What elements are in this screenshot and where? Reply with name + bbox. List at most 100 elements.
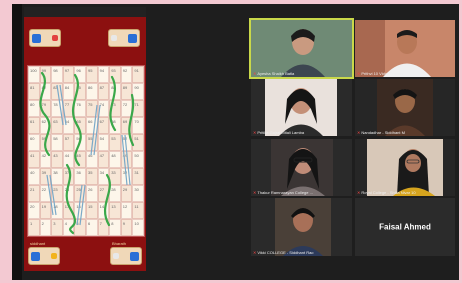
- mic-muted-icon: ✕: [357, 130, 361, 135]
- board-cell: 1: [28, 219, 40, 236]
- board-cell: 20: [28, 202, 40, 219]
- board-cell: 39: [39, 168, 52, 185]
- participant-name-label: ✕ Royal College - Shilla Nivar 10: [357, 190, 416, 195]
- board-cell: 46: [86, 151, 98, 168]
- board-cell: 31: [132, 168, 144, 185]
- board-cell: 32: [120, 168, 133, 185]
- board-cell: 96: [74, 66, 86, 83]
- board-cell: 58: [51, 134, 63, 151]
- board-cell: 37: [62, 168, 75, 185]
- mic-muted-icon: ✕: [357, 190, 361, 195]
- mic-muted-icon: ✕: [357, 71, 361, 76]
- board-cell: 29: [120, 185, 133, 202]
- participant-video: [251, 139, 352, 196]
- board-cell: 4: [62, 219, 75, 236]
- player-avatar-icon: [130, 251, 139, 261]
- participant-video: [251, 20, 352, 77]
- board-cell: 7: [97, 219, 110, 236]
- board-cell: 47: [97, 151, 110, 168]
- board-cell: 79: [39, 100, 52, 117]
- participant-tile-8[interactable]: Faisal Ahmed: [355, 198, 455, 256]
- board-cell: 83: [51, 83, 63, 100]
- board-cell: 89: [120, 83, 133, 100]
- board-cell: 87: [97, 83, 110, 100]
- board-cell: 54: [97, 134, 110, 151]
- participant-video: [251, 79, 352, 136]
- participant-tile-3[interactable]: ✕ Pritika Gujral Mitali Lamba: [251, 79, 352, 136]
- board-cell: 49: [120, 151, 133, 168]
- board-cell: 22: [39, 185, 52, 202]
- board-cell: 36: [74, 168, 86, 185]
- board-cell: 38: [51, 168, 63, 185]
- side-strip: [12, 4, 22, 280]
- player-chip-top-right[interactable]: [108, 29, 140, 47]
- board-cell: 26: [86, 185, 98, 202]
- player-token-icon: [111, 35, 117, 41]
- board-cell: 40: [28, 168, 40, 185]
- board-cell: 12: [120, 202, 133, 219]
- board-cell: 59: [39, 134, 52, 151]
- participant-name-placeholder: Faisal Ahmed: [379, 222, 431, 232]
- board-cell: 73: [109, 100, 121, 117]
- board-cell: 85: [74, 83, 86, 100]
- shared-game-screen[interactable]: 100 99 98 97 96 95 94 93 92 91 81 82 83 84 85 86 87 88 89 9…: [24, 7, 146, 271]
- board-cell: 45: [74, 151, 86, 168]
- participant-tile-2[interactable]: ✕ Prithvi 10 Vidya Tripathi: [355, 20, 455, 77]
- board-cell: 71: [132, 100, 144, 117]
- board-cell: 88: [109, 83, 121, 100]
- board-cell: 78: [51, 100, 63, 117]
- board-cell: 95: [86, 66, 98, 83]
- board-cell: 19: [39, 202, 52, 219]
- board-cell: 98: [51, 66, 63, 83]
- board-cell: 28: [109, 185, 121, 202]
- board-cell: 82: [39, 83, 52, 100]
- board-cell: 9: [120, 219, 133, 236]
- board-cell: 86: [86, 83, 98, 100]
- board-cell: 23: [51, 185, 63, 202]
- board-cell: 11: [132, 202, 144, 219]
- participant-name-label: ✕ Pritika Gujral Mitali Lamba: [253, 130, 305, 135]
- board-cell: 27: [97, 185, 110, 202]
- player-name-bottom-left: siddhant: [30, 241, 46, 246]
- board-cell: 66: [86, 117, 98, 134]
- participant-tile-5[interactable]: ✕ Thakur Ramnarayan College ...: [251, 139, 352, 196]
- board-cell: 91: [132, 66, 144, 83]
- board-cell: 67: [97, 117, 110, 134]
- board-cell: 35: [86, 168, 98, 185]
- mic-muted-icon: ✕: [253, 130, 257, 135]
- player-token-icon: [52, 35, 58, 41]
- board-cell: 10: [132, 219, 144, 236]
- board-cell: 90: [132, 83, 144, 100]
- board-cell: 52: [120, 134, 133, 151]
- board-cell: 51: [132, 134, 144, 151]
- board-cell: 77: [62, 100, 75, 117]
- board-cell: 63: [51, 117, 63, 134]
- player-token-icon: [51, 253, 57, 259]
- board-cell: 3: [51, 219, 63, 236]
- board-cell: 18: [51, 202, 63, 219]
- board-cell: 13: [109, 202, 121, 219]
- board-cell: 55: [86, 134, 98, 151]
- board-cell: 93: [109, 66, 121, 83]
- board-cell: 5: [74, 219, 86, 236]
- board-cell: 17: [62, 202, 75, 219]
- board-cell: 57: [62, 134, 75, 151]
- board-cell: 74: [97, 100, 110, 117]
- board-cell: 2: [39, 219, 52, 236]
- participant-name-label: ✕ Thakur Ramnarayan College ...: [253, 190, 313, 195]
- player-avatar-icon: [128, 33, 137, 43]
- board-cell: 48: [109, 151, 121, 168]
- player-chip-bottom-right[interactable]: [110, 247, 142, 265]
- player-chip-top-left[interactable]: [29, 29, 61, 47]
- participant-tile-6[interactable]: ✕ Royal College - Shilla Nivar 10: [355, 139, 455, 196]
- board-cell: 43: [51, 151, 63, 168]
- participant-tile-1[interactable]: ✕ Ayesha Shaikh Batla: [249, 18, 354, 79]
- board-cell: 69: [120, 117, 133, 134]
- snakes-and-ladders-board[interactable]: 100 99 98 97 96 95 94 93 92 91 81 82 83 84 85 86 87 88 89 9…: [27, 65, 145, 237]
- participant-tile-4[interactable]: ✕ Nandadhar - Siddhant M: [355, 79, 455, 136]
- board-cell: 80: [28, 100, 40, 117]
- participant-tile-7[interactable]: ✕ Vikki COLLEGE - Siddhant Rao: [251, 198, 352, 256]
- board-cell: 99: [39, 66, 52, 83]
- board-cell: 97: [62, 66, 75, 83]
- player-chip-bottom-left[interactable]: [28, 247, 60, 265]
